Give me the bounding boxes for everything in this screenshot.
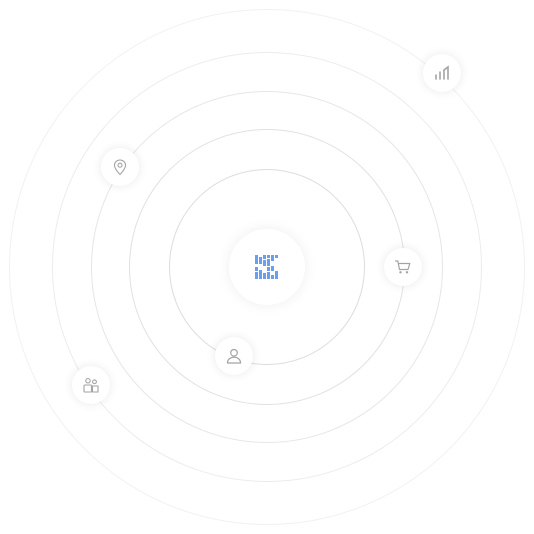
user-node[interactable] [215, 337, 253, 375]
cart-node[interactable] [384, 248, 422, 286]
center-logo-badge [229, 229, 305, 305]
signal-bars-icon [435, 65, 449, 80]
signal-node[interactable] [423, 54, 461, 92]
shopping-cart-icon [394, 260, 411, 274]
pixel-logo-icon [255, 255, 278, 279]
location-node[interactable] [101, 148, 139, 186]
location-pin-icon [113, 159, 127, 176]
user-icon [226, 348, 242, 364]
orbit-diagram [0, 0, 534, 534]
user-group-icon [83, 378, 99, 393]
group-node[interactable] [72, 366, 110, 404]
